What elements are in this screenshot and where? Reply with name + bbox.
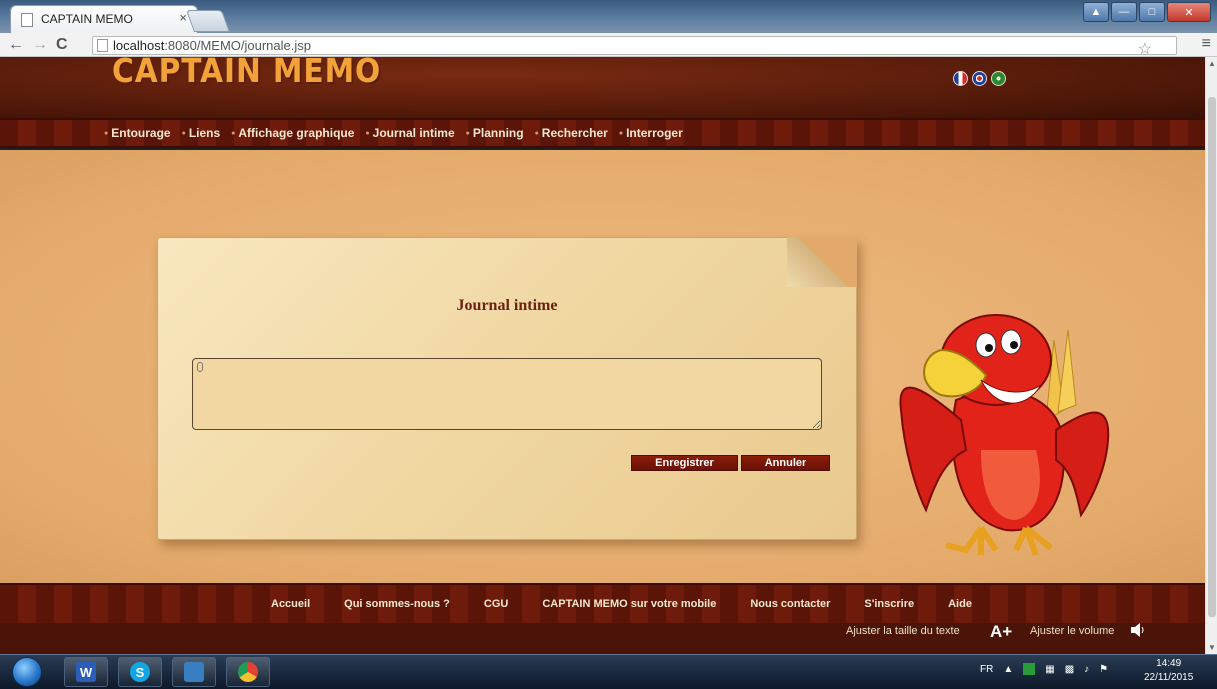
minimize-button[interactable]: — [1111,2,1137,22]
footer-accessibility-bar: Ajuster la taille du texte A+ Ajuster le… [0,622,1205,654]
tab-title: CAPTAIN MEMO [41,12,133,26]
parrot-left-foot [945,526,999,555]
uk-flag-icon[interactable] [972,71,987,86]
language-indicator[interactable]: FR [980,664,993,675]
page-scrollbar[interactable]: ▲ ▼ [1205,57,1217,654]
user-icon[interactable]: ▲ [1083,2,1109,22]
network-icon[interactable]: ▦ [1045,664,1054,675]
close-tab-icon[interactable]: × [179,10,187,25]
main-content: Journal intime Enregistrer Annuler [0,150,1205,583]
french-flag-icon[interactable] [953,71,968,86]
nav-item-affichage-graphique[interactable]: ● Affichage graphique [231,126,354,140]
windows-taskbar: W S FR ▲ ▦ ▩ ♪ ⚑ 14:49 22/11/2015 [0,654,1217,689]
nav-item-planning[interactable]: ● Planning [466,126,524,140]
signal-icon[interactable]: ▩ [1065,664,1074,675]
parrot-eye-left [975,332,997,358]
taskbar-chrome-button[interactable] [226,657,270,687]
virtualbox-icon [184,662,204,682]
bullet-icon: ● [465,129,470,137]
text-size-increase-icon[interactable]: A+ [990,622,1012,642]
language-flags [953,71,1006,86]
forward-icon[interactable]: → [32,36,48,54]
browser-tab-bar: CAPTAIN MEMO × ▲ — □ ✕ [0,0,1217,33]
page-icon [97,39,108,52]
footer-link-contact[interactable]: Nous contacter [750,598,830,610]
browser-tab[interactable]: CAPTAIN MEMO × [10,5,198,33]
close-window-button[interactable]: ✕ [1167,2,1211,22]
parrot-mascot-icon [899,314,1110,557]
clock-time: 14:49 [1156,658,1182,669]
taskbar-word-button[interactable]: W [64,657,108,687]
scroll-down-icon[interactable]: ▼ [1208,643,1216,652]
volume-icon[interactable]: ♪ [1084,664,1089,675]
bookmark-star-icon[interactable]: ☆ [1138,39,1152,59]
speaker-icon[interactable] [1130,623,1146,637]
main-navigation: ● Entourage ● Liens ● Affichage graphique ●… [0,118,1205,148]
bullet-icon: ● [618,129,624,137]
bullet-icon: ● [365,129,370,137]
nav-item-rechercher[interactable]: ● Rechercher [535,126,608,140]
scroll-thumb[interactable] [1208,97,1216,617]
parrot-right-foot [1013,525,1053,557]
footer-link-aide[interactable]: Aide [948,598,972,610]
window-controls: ▲ — □ ✕ [1083,2,1211,24]
url-field[interactable]: localhost:8080/MEMO/journale.jsp ☆ [92,36,1177,58]
new-tab-button[interactable] [185,10,231,32]
bullet-icon: ● [181,129,186,137]
chrome-icon [238,662,258,682]
journal-panel: Journal intime Enregistrer Annuler [157,237,857,540]
adjust-volume-label: Ajuster le volume [1030,625,1115,637]
arabic-flag-icon[interactable] [991,71,1006,86]
adjust-text-size-label: Ajuster la taille du texte [846,625,960,637]
show-hidden-icons-icon[interactable]: ▲ [1003,664,1013,675]
nav-item-liens[interactable]: ● Liens [182,126,221,140]
start-button[interactable] [12,657,42,687]
parrot-tail [1045,329,1077,421]
web-page: CAPTAIN MEMO ● Entourage ● Liens ● Affichag… [0,57,1205,654]
clock-date: 22/11/2015 [1144,672,1194,683]
page-icon [21,13,33,27]
nav-item-interroger[interactable]: ● Interroger [619,126,683,140]
microphone-icon[interactable] [197,362,203,372]
maximize-button[interactable]: □ [1139,2,1165,22]
bullet-icon: ● [534,129,539,137]
action-center-flag-icon[interactable]: ⚑ [1099,664,1108,675]
nav-item-journal-intime[interactable]: ● Journal intime [365,126,454,140]
scroll-up-icon[interactable]: ▲ [1208,59,1216,68]
url-text[interactable]: localhost:8080/MEMO/journale.jsp [113,38,311,53]
back-icon[interactable]: ← [8,36,24,54]
taskbar-skype-button[interactable]: S [118,657,162,687]
footer-link-inscrire[interactable]: S'inscrire [864,598,914,610]
footer-link-qui-sommes-nous[interactable]: Qui sommes-nous ? [344,598,450,610]
site-header: CAPTAIN MEMO [0,57,1205,118]
word-icon: W [76,662,96,682]
bullet-icon: ● [104,129,109,137]
system-clock[interactable]: 14:49 22/11/2015 [1144,657,1193,685]
taskbar-virtualbox-button[interactable] [172,657,216,687]
save-button[interactable]: Enregistrer [631,455,738,471]
parrot-pupil-left [985,344,993,352]
skype-icon: S [130,662,150,682]
address-bar: ← → C localhost:8080/MEMO/journale.jsp ☆… [0,33,1217,58]
site-logo[interactable]: CAPTAIN MEMO [112,57,381,90]
footer-navigation: Accueil Qui sommes-nous ? CGU CAPTAIN ME… [0,583,1205,623]
footer-link-accueil[interactable]: Accueil [271,598,310,610]
parrot-right-wing [1055,411,1110,518]
menu-icon[interactable]: ≡ [1202,35,1211,53]
tray-app-icon[interactable] [1023,663,1036,675]
journal-textarea[interactable] [192,358,822,430]
footer-link-cgu[interactable]: CGU [484,598,508,610]
parrot-eye-right [1000,329,1022,355]
reload-icon[interactable]: C [56,36,68,54]
bullet-icon: ● [231,129,236,137]
nav-item-entourage[interactable]: ● Entourage [104,126,171,140]
cancel-button[interactable]: Annuler [741,455,830,471]
system-tray: FR ▲ ▦ ▩ ♪ ⚑ [980,663,1108,675]
footer-link-mobile[interactable]: CAPTAIN MEMO sur votre mobile [542,598,716,610]
parrot-pupil-right [1010,341,1018,349]
page-title: Journal intime [456,297,558,314]
